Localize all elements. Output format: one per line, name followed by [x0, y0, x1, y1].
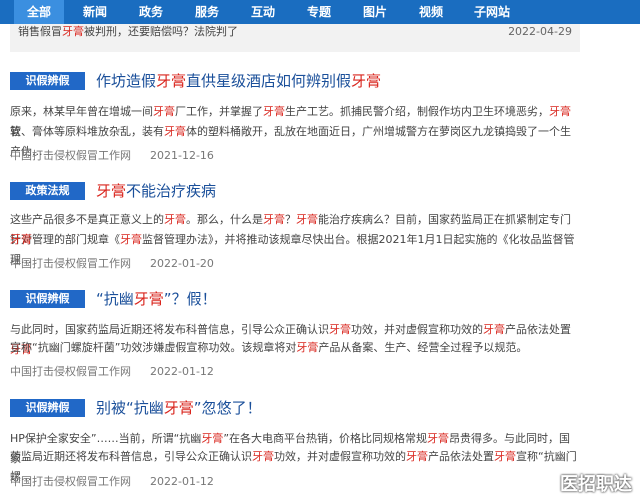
summary-text: 与此同时，国家药监局近期还将发布科普信息，引导公众正确认识 — [10, 323, 329, 336]
summary-text: 管理的部门规章《 — [32, 233, 120, 246]
summary-highlight: 牙膏 — [263, 213, 285, 226]
summary-highlight: 牙膏 — [10, 233, 32, 246]
summary-highlight: 牙膏 — [164, 125, 186, 138]
nav-tab-videos[interactable]: 视频 — [406, 0, 456, 24]
result-title-link[interactable]: 别被“抗幽牙膏”忽悠了！ — [96, 398, 262, 418]
summary-text: 功效，并对虚假宣称功效的 — [351, 323, 483, 336]
result-source: 中国打击侵权假冒工作网 — [10, 149, 131, 162]
title-highlight: 牙膏 — [351, 72, 382, 90]
top-navigation-bar: 全部 新闻 政务 服务 互动 专题 图片 视频 子网站 — [0, 0, 640, 24]
title-text: 不能治疗疾病 — [126, 182, 217, 200]
result-meta: 中国打击侵权假冒工作网 2022-01-12 — [10, 364, 214, 380]
watermark-text: 医招职达 — [560, 474, 632, 495]
result-date: 2021-12-16 — [150, 149, 214, 162]
result-source: 中国打击侵权假冒工作网 — [10, 475, 131, 488]
nav-tab-news[interactable]: 新闻 — [70, 0, 120, 24]
nav-tab-services[interactable]: 服务 — [182, 0, 232, 24]
title-text: 作坊造假 — [96, 72, 157, 90]
summary-text: 产品依法处置 — [505, 323, 571, 336]
summary-text: ”在各大电商平台热销，价格比同规格常规 — [223, 432, 428, 445]
title-text: ”忽悠了！ — [193, 399, 262, 417]
result-date: 2022-01-12 — [150, 365, 214, 378]
summary-text: ？ — [285, 213, 296, 226]
summary-highlight: 牙膏 — [120, 233, 142, 246]
result-meta: 中国打击侵权假冒工作网 2022-01-12 — [10, 474, 214, 490]
nav-tab-subsites[interactable]: 子网站 — [462, 0, 522, 24]
summary-text: 宣称“抗幽门螺旋杆菌”功效涉嫌虚假宣称功效。该规章将对 — [10, 341, 297, 354]
title-text: ”？假！ — [163, 290, 217, 308]
nav-tab-topics[interactable]: 专题 — [294, 0, 344, 24]
summary-highlight: 牙膏 — [329, 323, 351, 336]
category-badge[interactable]: 识假辨假 — [10, 290, 85, 308]
nav-tab-interaction[interactable]: 互动 — [238, 0, 288, 24]
previous-result-snippet: 销售假冒牙膏被判刑，还要赔偿吗？法院判了 2022-04-29 — [10, 24, 580, 52]
result-source: 中国打击侵权假冒工作网 — [10, 257, 131, 270]
summary-text: 功效，并对虚假宣称功效的 — [274, 450, 406, 463]
result-meta: 中国打击侵权假冒工作网 2021-12-16 — [10, 148, 214, 164]
nav-tab-government[interactable]: 政务 — [126, 0, 176, 24]
result-title-link[interactable]: 作坊造假牙膏直供星级酒店如何辨别假牙膏 — [96, 71, 381, 91]
summary-text: 厂工作，并掌握了 — [175, 105, 263, 118]
summary-highlight: 牙膏 — [153, 105, 175, 118]
title-highlight: 牙膏 — [133, 290, 164, 308]
title-highlight: 牙膏 — [156, 72, 187, 90]
summary-highlight: 牙膏 — [406, 450, 428, 463]
title-highlight: 牙膏 — [96, 182, 127, 200]
summary-highlight: 牙膏 — [483, 323, 505, 336]
title-text: 别被“抗幽 — [96, 399, 164, 417]
category-badge[interactable]: 识假辨假 — [10, 72, 85, 90]
title-text: 直供星级酒店如何辨别假 — [186, 72, 352, 90]
summary-text: 管、膏体等原料堆放杂乱，装有 — [10, 125, 164, 138]
summary-highlight: 牙膏 — [263, 105, 285, 118]
snippet-highlight: 牙膏 — [62, 25, 84, 38]
result-meta: 中国打击侵权假冒工作网 2022-01-20 — [10, 256, 214, 272]
nav-tab-images[interactable]: 图片 — [350, 0, 400, 24]
category-badge[interactable]: 政策法规 — [10, 182, 85, 200]
previous-result-date: 2022-04-29 — [508, 25, 572, 38]
summary-highlight: 牙膏 — [427, 432, 450, 445]
summary-highlight: 牙膏 — [296, 213, 318, 226]
summary-text: 生产工艺。抓捕民警介绍，制假作坊内卫生环境恶劣， — [285, 105, 549, 118]
summary-highlight: 牙膏 — [201, 432, 224, 445]
summary-text: 产品依法处置 — [428, 450, 494, 463]
result-date: 2022-01-12 — [150, 475, 214, 488]
result-source: 中国打击侵权假冒工作网 — [10, 365, 131, 378]
previous-result-text[interactable]: 销售假冒牙膏被判刑，还要赔偿吗？法院判了 — [18, 24, 238, 40]
summary-text: 药监局近期还将发布科普信息，引导公众正确认识 — [10, 450, 252, 463]
summary-highlight: 牙膏 — [549, 105, 571, 118]
result-summary-line: 宣称“抗幽门螺旋杆菌”功效涉嫌虚假宣称功效。该规章将对牙膏产品从备案、生产、经营… — [10, 338, 580, 358]
summary-highlight: 牙膏 — [494, 450, 516, 463]
summary-highlight: 牙膏 — [296, 341, 319, 354]
category-badge[interactable]: 识假辨假 — [10, 399, 85, 417]
summary-text: 这些产品很多不是真正意义上的 — [10, 213, 164, 226]
summary-text: HP保护全家安全”……当前，所谓“抗幽 — [10, 432, 202, 445]
summary-highlight: 牙膏 — [252, 450, 274, 463]
title-text: “抗幽 — [96, 290, 134, 308]
snippet-text: 销售假冒 — [18, 25, 62, 38]
nav-tab-all[interactable]: 全部 — [14, 0, 64, 24]
summary-text: 产品从备案、生产、经营全过程予以规范。 — [318, 341, 528, 354]
title-highlight: 牙膏 — [163, 399, 194, 417]
snippet-text: 被判刑，还要赔偿吗？法院判了 — [84, 25, 238, 38]
summary-text: 原来，林某早年曾在增城一间 — [10, 105, 153, 118]
result-title-link[interactable]: 牙膏不能治疗疾病 — [96, 181, 216, 201]
result-date: 2022-01-20 — [150, 257, 214, 270]
summary-text: 。那么，什么是 — [186, 213, 263, 226]
result-title-link[interactable]: “抗幽牙膏”？假！ — [96, 289, 217, 309]
summary-highlight: 牙膏 — [164, 213, 186, 226]
